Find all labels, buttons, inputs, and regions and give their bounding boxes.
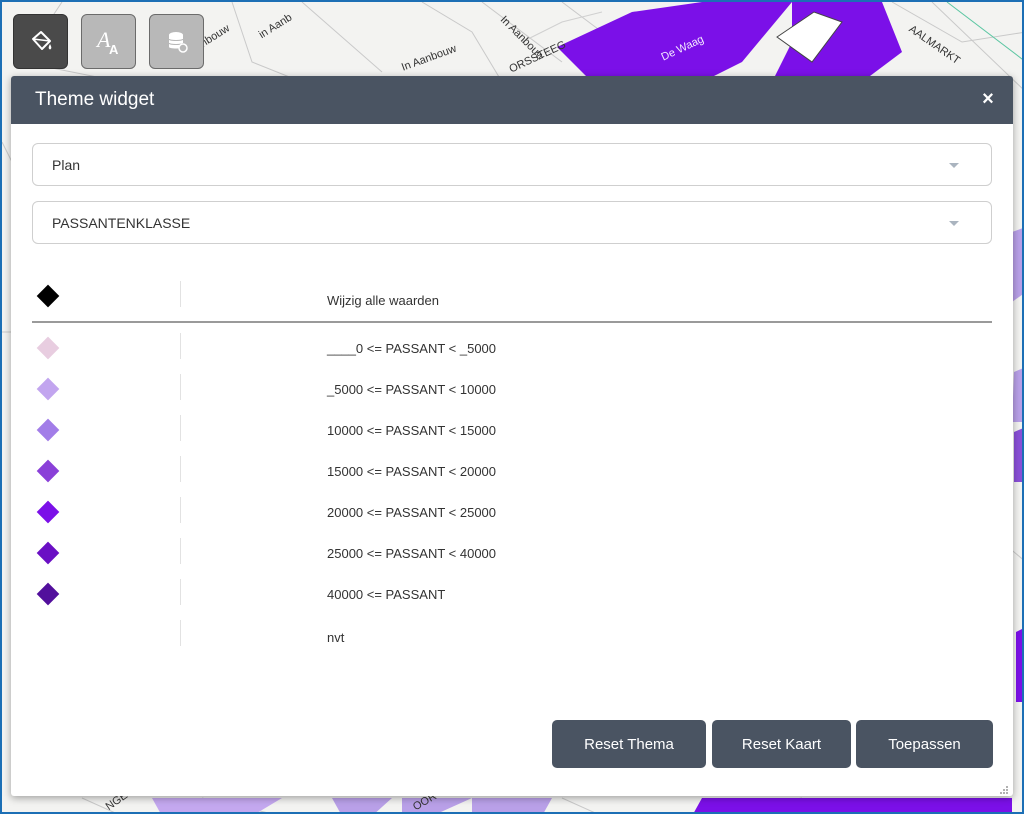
- label-tool-button[interactable]: A A: [81, 14, 136, 69]
- legend-header-label: Wijzig alle waarden: [327, 293, 439, 308]
- theme-tool-button[interactable]: [13, 14, 68, 69]
- symbol-swatch[interactable]: [36, 418, 60, 442]
- widget-title: Theme widget: [35, 89, 155, 110]
- close-icon: ×: [982, 88, 994, 110]
- theme-widget-panel: Theme widget × Plan PASSANTENKLASSE Wijz…: [11, 76, 1013, 796]
- widget-header[interactable]: Theme widget ×: [11, 76, 1013, 124]
- column-divider: [180, 281, 181, 307]
- symbol-swatch[interactable]: [36, 377, 60, 401]
- column-divider: [180, 374, 181, 400]
- legend-item-label: 20000 <= PASSANT < 25000: [327, 505, 497, 520]
- legend-item-label: 15000 <= PASSANT < 20000: [327, 464, 497, 479]
- legend-item[interactable]: ____0 <= PASSANT < _5000: [32, 333, 992, 373]
- legend-item[interactable]: _5000 <= PASSANT < 10000: [32, 374, 992, 414]
- symbol-swatch[interactable]: [36, 541, 60, 565]
- font-style-icon: A A: [94, 27, 124, 57]
- database-icon: [164, 29, 190, 55]
- reset-map-button[interactable]: Reset Kaart: [712, 720, 851, 768]
- column-divider: [180, 456, 181, 482]
- legend-item[interactable]: 20000 <= PASSANT < 25000: [32, 497, 992, 537]
- field-select[interactable]: PASSANTENKLASSE: [32, 201, 992, 244]
- resize-grip-icon[interactable]: [999, 782, 1009, 794]
- column-divider: [180, 620, 181, 646]
- legend-header-row[interactable]: Wijzig alle waarden: [32, 281, 992, 321]
- legend-item-label: 10000 <= PASSANT < 15000: [327, 423, 497, 438]
- legend-item[interactable]: 15000 <= PASSANT < 20000: [32, 456, 992, 496]
- column-divider: [180, 415, 181, 441]
- legend-item-label: ____0 <= PASSANT < _5000: [327, 341, 497, 356]
- symbol-swatch-all[interactable]: [36, 284, 60, 308]
- close-button[interactable]: ×: [977, 88, 999, 110]
- symbol-swatch[interactable]: [36, 336, 60, 360]
- legend-item-label: _5000 <= PASSANT < 10000: [327, 382, 497, 397]
- legend-item[interactable]: 10000 <= PASSANT < 15000: [32, 415, 992, 455]
- layer-select-value: Plan: [52, 157, 81, 173]
- reset-theme-button[interactable]: Reset Thema: [552, 720, 706, 768]
- legend-separator: [32, 321, 992, 323]
- apply-button[interactable]: Toepassen: [856, 720, 993, 768]
- symbol-swatch[interactable]: [36, 500, 60, 524]
- symbol-swatch[interactable]: [36, 582, 60, 606]
- chevron-down-icon: [949, 163, 959, 168]
- symbol-swatch[interactable]: [36, 459, 60, 483]
- legend-item[interactable]: 25000 <= PASSANT < 40000: [32, 538, 992, 578]
- paint-bucket-icon: [28, 29, 54, 55]
- svg-text:A: A: [109, 42, 119, 57]
- chevron-down-icon: [949, 221, 959, 226]
- column-divider: [180, 538, 181, 564]
- column-divider: [180, 579, 181, 605]
- legend-item-label: 40000 <= PASSANT: [327, 587, 446, 602]
- legend-item[interactable]: 40000 <= PASSANT: [32, 579, 992, 619]
- legend-item-label: nvt: [327, 630, 345, 645]
- legend-item-label: 25000 <= PASSANT < 40000: [327, 546, 497, 561]
- layer-select[interactable]: Plan: [32, 143, 992, 186]
- field-select-value: PASSANTENKLASSE: [52, 215, 191, 231]
- legend-item[interactable]: nvt: [32, 620, 992, 660]
- column-divider: [180, 497, 181, 523]
- column-divider: [180, 333, 181, 359]
- data-tool-button[interactable]: [149, 14, 204, 69]
